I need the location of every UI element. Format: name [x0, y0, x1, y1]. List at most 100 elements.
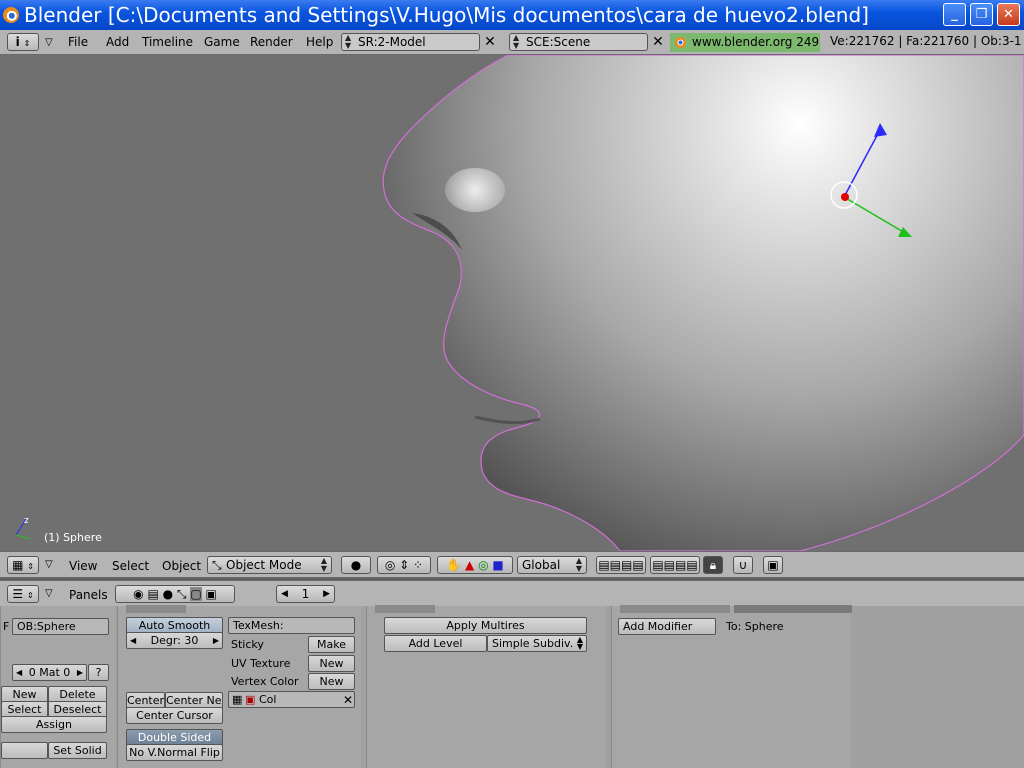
draw-type-icon: ● — [350, 558, 362, 572]
menu-timeline[interactable]: Timeline — [142, 35, 193, 49]
blender-logo-icon — [675, 37, 686, 48]
multires-panel: Apply Multires Add Level Simple Subdiv. … — [366, 605, 606, 768]
material-index-field[interactable]: ◀ 0 Mat 0 ▶ — [12, 664, 87, 681]
layer-buttons-1[interactable]: ▤▤▤▤ — [596, 556, 646, 574]
active-object-label: (1) Sphere — [44, 531, 102, 544]
blender-url-link[interactable]: www.blender.org 249.2 — [670, 33, 820, 52]
vertex-color-layer-field[interactable]: ▦ ▣ Col — [228, 691, 355, 708]
updown-icon: ▲ ▼ — [513, 33, 520, 50]
collapse-menu-icon[interactable]: ▽ — [45, 559, 53, 570]
menu-game[interactable]: Game — [204, 35, 240, 49]
editing-icon: ▢ — [190, 587, 202, 601]
updown-icon: ▲ ▼ — [576, 635, 583, 651]
mesh-panel: Auto Smooth ◀ Degr: 30 ▶ TexMesh: Sticky… — [117, 605, 361, 768]
view3d-header: ▦ ⇕ ▽ View Select Object ⤡ Object Mode ▲… — [0, 551, 1024, 578]
menu-render[interactable]: Render — [250, 35, 293, 49]
window-title: Blender [C:\Documents and Settings\V.Hug… — [24, 3, 869, 27]
close-button[interactable]: ✕ — [997, 3, 1020, 26]
scene-stats: Ve:221762 | Fa:221760 | Ob:3-1 — [830, 34, 1022, 48]
scene-delete-button[interactable]: ✕ — [649, 33, 667, 51]
scale-icon: ■ — [492, 558, 504, 572]
sticky-make-button[interactable]: Make — [308, 636, 355, 653]
object-name-field[interactable]: OB:Sphere — [12, 618, 109, 635]
texmesh-field[interactable]: TexMesh: — [228, 617, 355, 634]
subdiv-type-selector[interactable]: Simple Subdiv. ▲ ▼ — [487, 635, 587, 652]
center-cursor-button[interactable]: Center Cursor — [126, 707, 223, 724]
menu-file[interactable]: File — [68, 35, 88, 49]
image-icon: ▣ — [767, 558, 779, 572]
manipulator-buttons[interactable]: ✋ ▲ ◎ ■ — [437, 556, 513, 574]
arrow-right-icon: ▶ — [76, 668, 83, 677]
menu-add[interactable]: Add — [106, 35, 129, 49]
collapse-menu-icon[interactable]: ▽ — [45, 37, 53, 48]
head-model[interactable]: z — [0, 55, 1024, 551]
axis-indicator-icon: z — [15, 516, 31, 540]
rotate-icon: ◎ — [478, 558, 489, 572]
scene-selector[interactable]: ▲ ▼ SCE:Scene — [509, 33, 648, 51]
collapse-menu-icon[interactable]: ▽ — [45, 588, 53, 599]
add-level-button[interactable]: Add Level — [384, 635, 487, 652]
layer-buttons-2[interactable]: ▤▤▤▤ — [650, 556, 700, 574]
uv-texture-new-button[interactable]: New — [308, 655, 355, 672]
logic-icon: ◉ — [133, 587, 144, 601]
modifier-target-label: To: Sphere — [726, 620, 784, 633]
material-assign-button[interactable]: Assign — [1, 716, 107, 733]
updown-icon: ▲ ▼ — [575, 556, 582, 573]
shading-icon: ● — [162, 587, 174, 601]
draw-type-button[interactable]: ● — [341, 556, 371, 574]
menu-view[interactable]: View — [69, 559, 97, 573]
object-icon: ⤡ — [176, 587, 187, 601]
vertex-color-new-button[interactable]: New — [308, 673, 355, 690]
updown-icon: ▲ ▼ — [345, 33, 352, 50]
screen-delete-button[interactable]: ✕ — [481, 33, 499, 51]
editor-type-button[interactable]: i ⇕ — [7, 33, 39, 51]
context-tabs[interactable]: ◉ ▤ ● ⤡ ▢ ▣ — [115, 585, 235, 603]
object-mode-icon: ⤡ — [212, 558, 222, 572]
svg-text:z: z — [24, 516, 29, 526]
set-solid-button[interactable]: Set Solid — [48, 742, 107, 759]
sticky-label: Sticky — [231, 638, 264, 651]
frame-field[interactable]: ◀ 1 ▶ — [276, 585, 335, 603]
shapes-panel-tab[interactable] — [734, 605, 852, 613]
buttons-header: ☰ ⇕ ▽ Panels ◉ ▤ ● ⤡ ▢ ▣ ◀ 1 ▶ — [0, 580, 1024, 606]
buttons-area: F OB:Sphere ◀ 0 Mat 0 ▶ ? New Delete Sel… — [0, 605, 1024, 768]
maximize-button[interactable]: ❐ — [970, 3, 993, 26]
editor-type-button[interactable]: ▦ ⇕ — [7, 556, 39, 574]
mode-selector[interactable]: ⤡ Object Mode ▲ ▼ — [207, 556, 332, 574]
panels-menu[interactable]: Panels — [69, 588, 108, 602]
no-vnormal-flip-button[interactable]: No V.Normal Flip — [126, 744, 223, 761]
add-modifier-button[interactable]: Add Modifier — [618, 618, 716, 635]
render-preview-button[interactable]: ▣ — [763, 556, 783, 574]
snap-button[interactable]: ∪ — [733, 556, 753, 574]
info-header: i ⇕ ▽ File Add Timeline Game Render Help… — [0, 30, 1024, 55]
blender-logo-icon — [3, 7, 19, 23]
vertex-color-label: Vertex Color — [231, 675, 299, 688]
menu-object[interactable]: Object — [162, 559, 201, 573]
arrow-right-icon: ▶ — [323, 589, 330, 599]
grid-icon: ▦ — [232, 693, 243, 706]
arrow-left-icon: ◀ — [16, 668, 23, 677]
apply-multires-button[interactable]: Apply Multires — [384, 617, 587, 634]
pivot-button[interactable]: ◎ ⇕ ⁘ — [377, 556, 431, 574]
lock-layers-button[interactable]: 🔒︎ — [703, 556, 723, 574]
f-label: F — [3, 620, 10, 633]
arrow-left-icon: ◀ — [130, 636, 137, 645]
head-silhouette — [382, 55, 1024, 551]
minimize-button[interactable]: _ — [943, 3, 966, 26]
screen-selector[interactable]: ▲ ▼ SR:2-Model — [341, 33, 480, 51]
set-smooth-button[interactable] — [1, 742, 48, 759]
modifiers-panel-tab[interactable] — [620, 605, 730, 613]
lip-line — [474, 415, 541, 425]
menu-help[interactable]: Help — [306, 35, 333, 49]
editor-type-button[interactable]: ☰ ⇕ — [7, 585, 39, 603]
mesh-panel-tab[interactable] — [126, 605, 186, 613]
vertex-color-remove-button[interactable]: ✕ — [339, 691, 357, 709]
orientation-selector[interactable]: Global ▲ ▼ — [517, 556, 587, 574]
3d-viewport[interactable]: z (1) Sphere — [0, 55, 1024, 551]
multires-panel-tab[interactable] — [375, 605, 435, 613]
script-icon: ▤ — [147, 587, 159, 601]
material-help-button[interactable]: ? — [88, 664, 109, 681]
info-icon: i — [15, 35, 20, 49]
menu-select[interactable]: Select — [112, 559, 149, 573]
degree-field[interactable]: ◀ Degr: 30 ▶ — [126, 632, 223, 649]
